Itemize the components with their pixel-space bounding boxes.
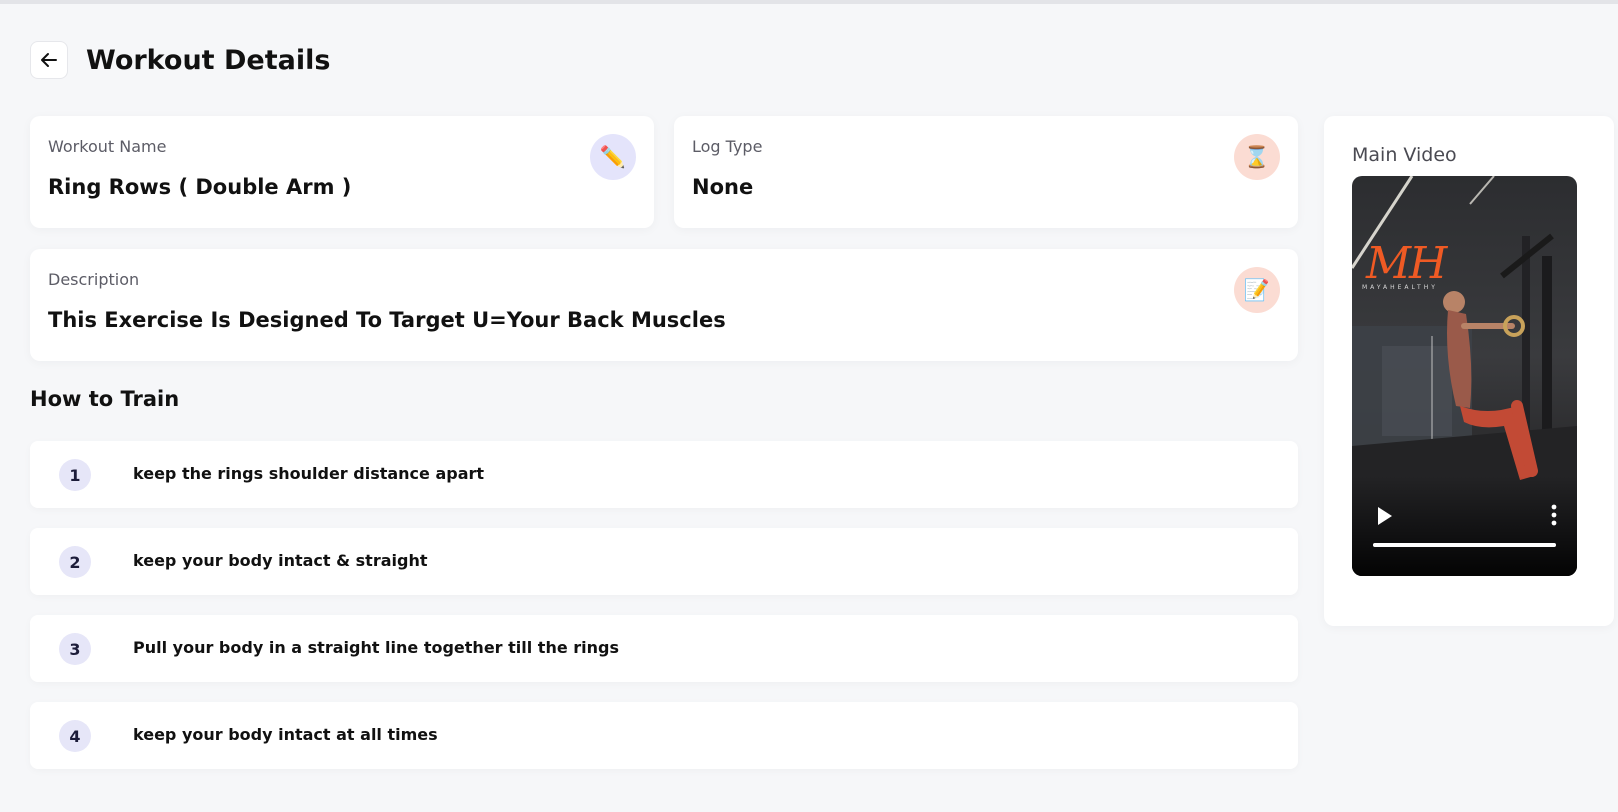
step-number: 2 bbox=[59, 546, 91, 578]
workout-name-card: Workout Name Ring Rows ( Double Arm ) ✏️ bbox=[30, 116, 654, 228]
top-divider bbox=[0, 0, 1618, 4]
arrow-left-icon bbox=[41, 53, 57, 67]
description-card: Description This Exercise Is Designed To… bbox=[30, 249, 1298, 361]
log-type-value: None bbox=[692, 175, 754, 199]
more-vertical-icon bbox=[1551, 504, 1557, 526]
back-button[interactable] bbox=[30, 41, 68, 79]
workout-name-value: Ring Rows ( Double Arm ) bbox=[48, 175, 352, 199]
workout-name-label: Workout Name bbox=[48, 137, 167, 156]
hourglass-icon: ⌛ bbox=[1243, 144, 1271, 169]
page-header: Workout Details bbox=[30, 41, 330, 79]
step-number: 3 bbox=[59, 633, 91, 665]
step-item: 2 keep your body intact & straight bbox=[30, 528, 1298, 595]
step-text: keep your body intact at all times bbox=[133, 725, 438, 744]
pencil-icon: ✏️ bbox=[599, 144, 627, 169]
step-text: Pull your body in a straight line togeth… bbox=[133, 638, 619, 657]
step-number: 1 bbox=[59, 459, 91, 491]
brand-logo: MH bbox=[1366, 238, 1447, 289]
log-type-button[interactable]: ⌛ bbox=[1234, 134, 1280, 180]
play-button[interactable] bbox=[1372, 504, 1396, 528]
main-video-label: Main Video bbox=[1352, 144, 1457, 166]
step-item: 4 keep your body intact at all times bbox=[30, 702, 1298, 769]
video-progress-fill bbox=[1373, 543, 1556, 547]
more-options-button[interactable] bbox=[1546, 502, 1562, 528]
how-to-train-title: How to Train bbox=[30, 387, 180, 411]
edit-workout-name-button[interactable]: ✏️ bbox=[590, 134, 636, 180]
edit-description-button[interactable]: 📝 bbox=[1234, 267, 1280, 313]
memo-icon: 📝 bbox=[1243, 277, 1271, 302]
step-text: keep the rings shoulder distance apart bbox=[133, 464, 485, 483]
step-number: 4 bbox=[59, 720, 91, 752]
video-player[interactable]: MH MAYAHEALTHY bbox=[1352, 176, 1577, 576]
play-icon bbox=[1378, 507, 1392, 525]
log-type-card: Log Type None ⌛ bbox=[674, 116, 1298, 228]
description-label: Description bbox=[48, 270, 140, 289]
step-text: keep your body intact & straight bbox=[133, 551, 428, 570]
main-video-card: Main Video MH MAYAHEALTHY bbox=[1324, 116, 1614, 626]
brand-logo-subtext: MAYAHEALTHY bbox=[1362, 284, 1438, 291]
video-progress-bar[interactable] bbox=[1373, 543, 1556, 547]
description-value: This Exercise Is Designed To Target U=Yo… bbox=[48, 308, 726, 332]
log-type-label: Log Type bbox=[692, 137, 763, 156]
step-item: 1 keep the rings shoulder distance apart bbox=[30, 441, 1298, 508]
step-item: 3 Pull your body in a straight line toge… bbox=[30, 615, 1298, 682]
page-title: Workout Details bbox=[86, 44, 331, 76]
